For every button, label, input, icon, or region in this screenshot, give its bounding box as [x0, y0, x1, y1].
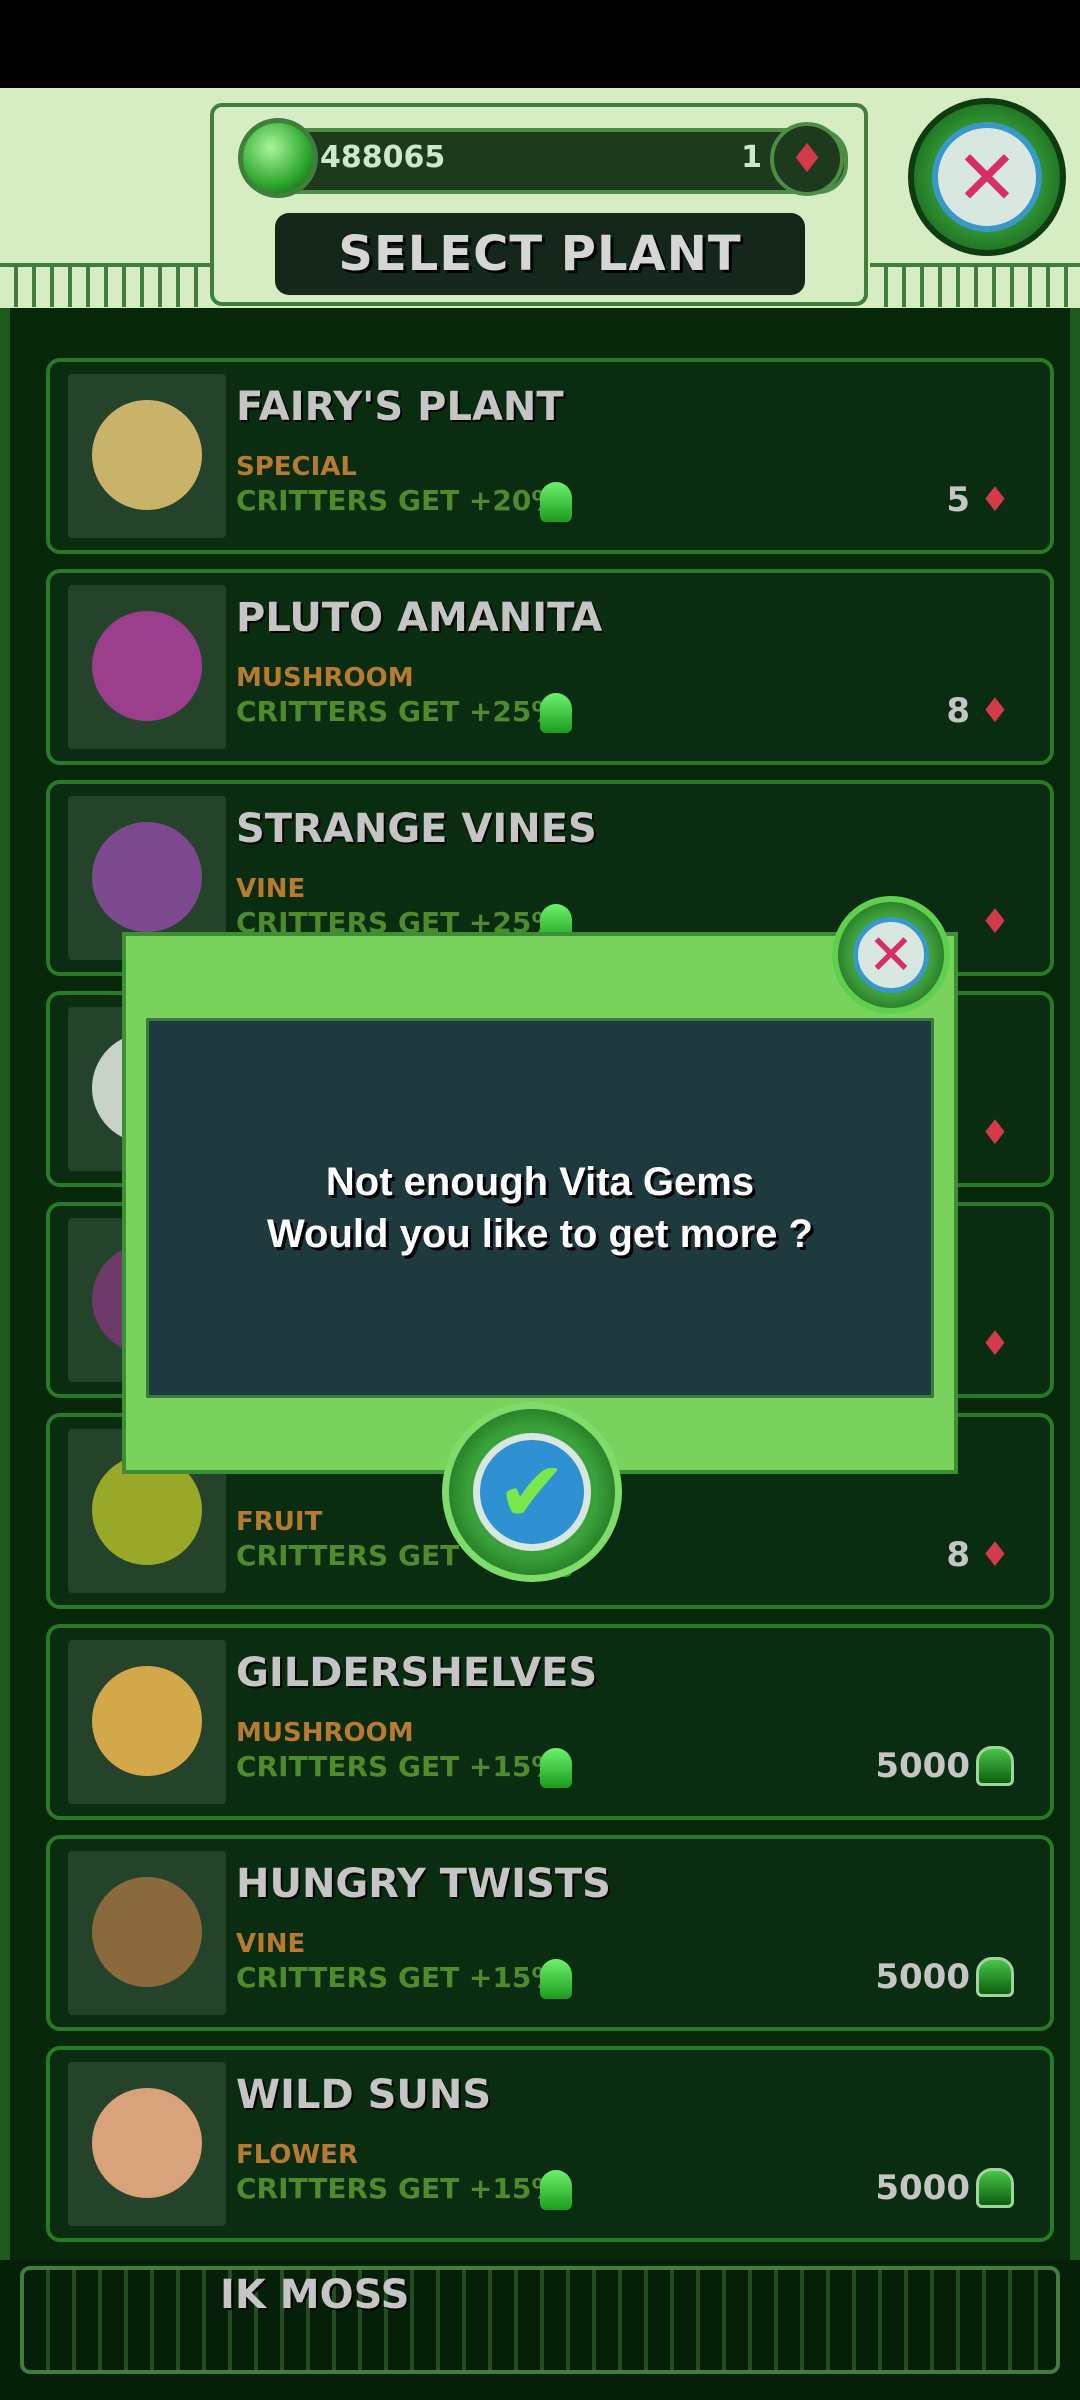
vita-gem-green-icon	[540, 693, 572, 733]
plant-price: 8	[946, 1535, 970, 1575]
plant-row[interactable]: FAIRY'S PLANT SPECIAL CRITTERS GET +20% …	[46, 358, 1054, 554]
vita-gem-green-icon	[540, 1959, 572, 1999]
plant-row[interactable]: WILD SUNS FLOWER CRITTERS GET +15% 5000	[46, 2046, 1054, 2242]
plant-price: 5000	[875, 1957, 970, 1997]
plant-name: WILD SUNS	[236, 2072, 492, 2118]
plant-bonus: CRITTERS GET +15%	[236, 1961, 560, 1994]
plant-category: SPECIAL	[236, 452, 357, 482]
vita-gem-green-icon	[540, 1748, 572, 1788]
plant-name: FAIRY'S PLANT	[236, 384, 564, 430]
red-gem-icon: ♦	[979, 902, 1011, 942]
plant-bonus: CRITTERS GET +25%	[236, 695, 560, 728]
plant-price: 5000	[875, 1746, 970, 1786]
plant-thumbnail	[68, 374, 226, 538]
plant-bonus: CRITTERS GET +20%	[236, 484, 560, 517]
plant-price: 5000	[875, 2168, 970, 2208]
plant-name: STRANGE VINES	[236, 806, 597, 852]
header-ornament-left	[0, 263, 210, 307]
plant-row[interactable]: HUNGRY TWISTS VINE CRITTERS GET +15% 500…	[46, 1835, 1054, 2031]
red-gem-count: 1	[741, 140, 762, 175]
plant-thumbnail	[68, 1851, 226, 2015]
red-gem-icon: ♦	[979, 691, 1011, 731]
plant-category: FLOWER	[236, 2140, 358, 2170]
plant-row[interactable]: GILDERSHELVES MUSHROOM CRITTERS GET +15%…	[46, 1624, 1054, 1820]
plant-row[interactable]: PLUTO AMANITA MUSHROOM CRITTERS GET +25%…	[46, 569, 1054, 765]
close-button[interactable]: ✕	[908, 98, 1066, 256]
red-gem-icon: ♦	[979, 1535, 1011, 1575]
vita-gem-green-icon	[540, 482, 572, 522]
plant-thumbnail	[68, 585, 226, 749]
plant-price: 8	[946, 691, 970, 731]
footer-ornament: IK MOSS	[0, 2260, 1080, 2400]
plant-name: GILDERSHELVES	[236, 1650, 598, 1696]
plant-thumbnail	[68, 2062, 226, 2226]
not-enough-gems-dialog: Not enough Vita Gems Would you like to g…	[122, 932, 958, 1474]
red-gem-icon: ♦	[979, 1324, 1011, 1364]
close-icon: ✕	[932, 122, 1042, 232]
page-title: SELECT PLANT	[275, 213, 805, 295]
red-gem-icon: ♦	[979, 1113, 1011, 1153]
plant-price: 5	[946, 480, 970, 520]
plant-name: HUNGRY TWISTS	[236, 1861, 611, 1907]
red-gem-icon[interactable]: ♦	[770, 122, 844, 196]
plant-category: MUSHROOM	[236, 663, 414, 693]
dialog-message-line-1: Not enough Vita Gems	[325, 1160, 755, 1204]
plant-bonus: CRITTERS GET +15%	[236, 1750, 560, 1783]
plant-thumbnail	[68, 1640, 226, 1804]
vita-gem-green-icon	[540, 2170, 572, 2210]
dialog-message-panel: Not enough Vita Gems Would you like to g…	[146, 1018, 934, 1398]
plant-category: MUSHROOM	[236, 1718, 414, 1748]
vita-gem-green-icon	[976, 2168, 1014, 2208]
plant-category: VINE	[236, 874, 306, 904]
vita-gem-green-icon	[976, 1957, 1014, 1997]
plant-name: PLUTO AMANITA	[236, 595, 603, 641]
close-icon: ✕	[853, 917, 929, 993]
status-bar	[0, 0, 1080, 88]
dialog-confirm-button[interactable]: ✔	[442, 1402, 622, 1582]
red-gem-icon: ♦	[979, 480, 1011, 520]
dialog-close-button[interactable]: ✕	[832, 896, 950, 1014]
plant-name-partial: IK MOSS	[220, 2272, 410, 2318]
vita-gem-green-icon	[238, 118, 318, 198]
plant-bonus: CRITTERS GET +15%	[236, 2172, 560, 2205]
checkmark-icon: ✔	[473, 1433, 591, 1551]
vita-gem-green-icon	[976, 1746, 1014, 1786]
plant-category: VINE	[236, 1929, 306, 1959]
green-gem-count: 488065	[320, 140, 446, 175]
header-ornament-right	[870, 263, 1080, 307]
dialog-message-line-2: Would you like to get more ?	[267, 1212, 813, 1256]
